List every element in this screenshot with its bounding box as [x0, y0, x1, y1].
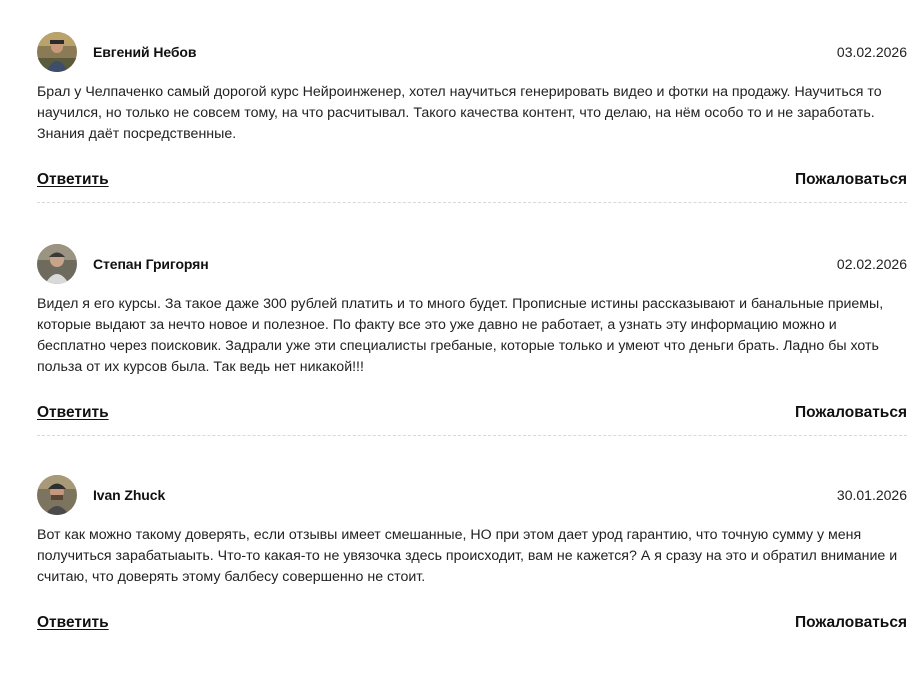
comment-item: Степан Григорян 02.02.2026 Видел я его к… [37, 243, 907, 474]
comment-divider [37, 202, 907, 203]
comment-header: Евгений Небов 03.02.2026 [37, 31, 907, 73]
comment-header: Степан Григорян 02.02.2026 [37, 243, 907, 285]
comment-divider [37, 435, 907, 436]
report-link[interactable]: Пожаловаться [795, 404, 907, 422]
comment-text: Вот как можно такому доверять, если отзы… [37, 527, 898, 585]
comment-actions: Ответить Пожаловаться [37, 614, 907, 632]
comments-list: Евгений Небов 03.02.2026 Брал у Челпачен… [37, 31, 907, 674]
comment-text: Брал у Челпаченко самый дорогой курс Ней… [37, 84, 882, 142]
avatar-photo-icon [37, 32, 77, 72]
comment-item: Евгений Небов 03.02.2026 Брал у Челпачен… [37, 31, 907, 243]
comment-actions: Ответить Пожаловаться [37, 404, 907, 422]
comment-date: 03.02.2026 [836, 44, 907, 60]
comment-header: Ivan Zhuck 30.01.2026 [37, 474, 907, 516]
report-link[interactable]: Пожаловаться [795, 171, 907, 189]
comment-author: Ivan Zhuck [93, 487, 166, 503]
comment-item: Ivan Zhuck 30.01.2026 Вот как можно тако… [37, 474, 907, 674]
reply-link[interactable]: Ответить [37, 614, 109, 632]
comment-author: Степан Григорян [93, 256, 209, 272]
reply-link[interactable]: Ответить [37, 171, 109, 189]
avatar [37, 475, 77, 515]
reply-link[interactable]: Ответить [37, 404, 109, 422]
comment-actions: Ответить Пожаловаться [37, 171, 907, 189]
comment-date: 02.02.2026 [836, 256, 907, 272]
comment-date: 30.01.2026 [836, 487, 907, 503]
comment-author: Евгений Небов [93, 44, 197, 60]
comment-text: Видел я его курсы. За такое даже 300 руб… [37, 296, 884, 375]
avatar-photo-icon [37, 244, 77, 284]
report-link[interactable]: Пожаловаться [795, 614, 907, 632]
avatar [37, 32, 77, 72]
avatar-photo-icon [37, 475, 77, 515]
avatar [37, 244, 77, 284]
